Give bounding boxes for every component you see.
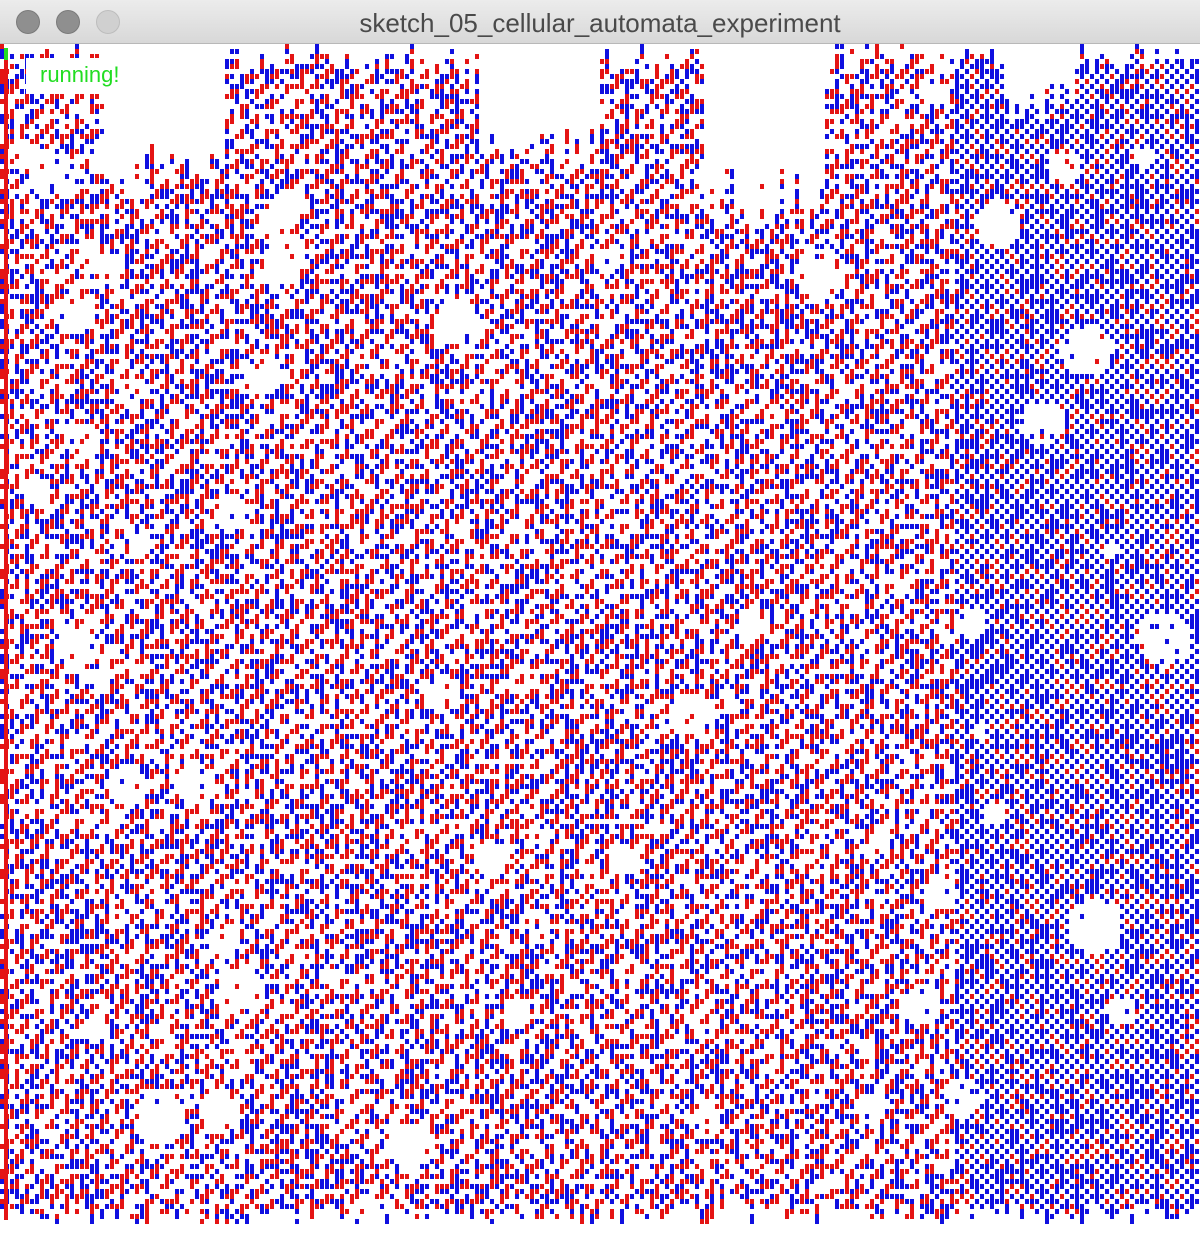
left-edge-marker	[4, 48, 8, 60]
app-window: sketch_05_cellular_automata_experiment r…	[0, 0, 1200, 1244]
left-edge-bar	[4, 50, 8, 1220]
title-bar[interactable]: sketch_05_cellular_automata_experiment	[0, 0, 1200, 44]
status-label: running!	[40, 62, 120, 87]
sketch-canvas-area[interactable]: running!	[0, 44, 1200, 1244]
cellular-automata-canvas[interactable]	[0, 44, 1200, 1244]
window-title: sketch_05_cellular_automata_experiment	[359, 8, 841, 38]
